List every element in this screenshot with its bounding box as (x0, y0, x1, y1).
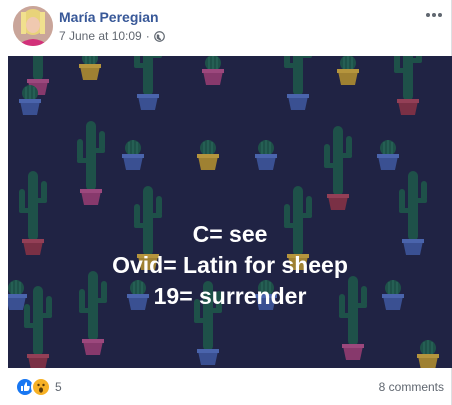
caption-line-1: C= see (192, 221, 268, 247)
post-card: María Peregian 7 June at 10:09 · C= see … (0, 0, 452, 405)
author-name[interactable]: María Peregian (59, 9, 159, 25)
post-meta: 7 June at 10:09 · (59, 29, 165, 43)
reactions-summary[interactable]: 5 (15, 377, 62, 397)
more-options-icon[interactable] (424, 10, 444, 20)
caption-line-2: Ovid= Latin for sheep (112, 252, 348, 278)
cactus-pattern (8, 56, 439, 368)
caption-line-3: 19= surrender (153, 283, 307, 309)
globe-icon[interactable] (153, 30, 165, 42)
post-image[interactable]: C= see Ovid= Latin for sheep 19= surrend… (8, 56, 452, 368)
comments-count-link[interactable]: 8 comments (379, 380, 444, 394)
post-header: María Peregian 7 June at 10:09 · (0, 0, 452, 56)
post-footer: 5 8 comments (0, 370, 452, 405)
wow-reaction-icon (31, 377, 51, 397)
dot-separator: · (145, 29, 150, 43)
reaction-count: 5 (55, 380, 62, 394)
image-caption: C= see Ovid= Latin for sheep 19= surrend… (8, 219, 452, 312)
author-avatar[interactable] (13, 6, 53, 46)
post-date[interactable]: 7 June at 10:09 (59, 29, 142, 43)
